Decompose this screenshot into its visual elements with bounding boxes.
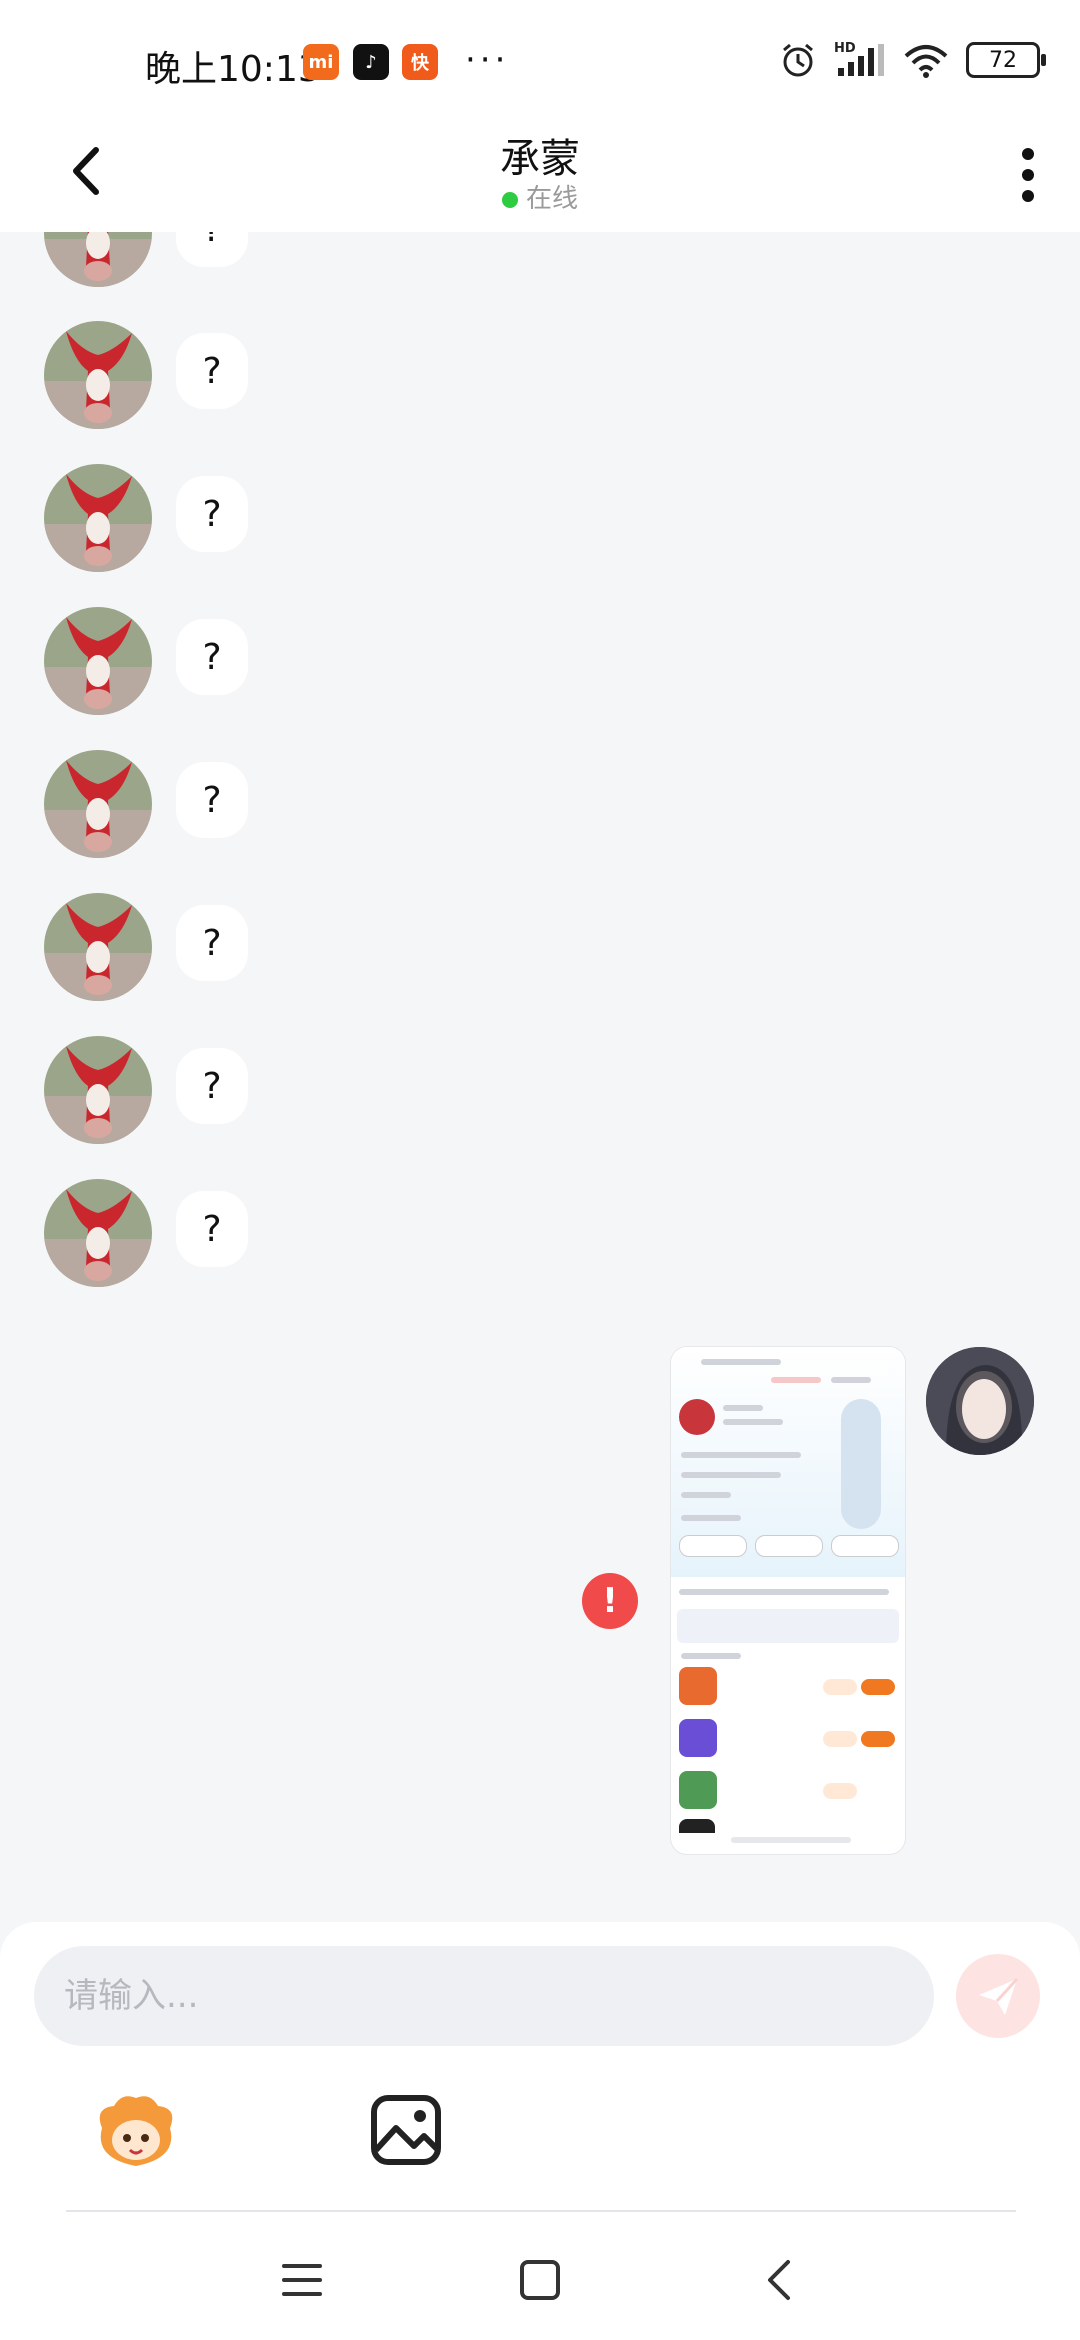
sent-screenshot-image[interactable]	[671, 1347, 905, 1854]
incoming-message-row: ?	[44, 464, 644, 574]
home-icon[interactable]	[514, 2254, 566, 2306]
hd-label: HD	[834, 41, 856, 56]
input-panel	[0, 1922, 1080, 2222]
incoming-message-row: ?	[44, 1036, 644, 1146]
contact-avatar[interactable]	[44, 893, 152, 1001]
incoming-message-row: ?	[44, 1179, 644, 1289]
incoming-message-row: ?	[44, 750, 644, 860]
message-input[interactable]	[34, 1946, 934, 2046]
signal-icon: HD	[834, 41, 884, 76]
battery-level: 72	[989, 47, 1017, 73]
incoming-message-row: ?	[44, 607, 644, 717]
online-dot-icon	[501, 191, 518, 208]
contact-avatar[interactable]	[44, 321, 152, 429]
contact-avatar[interactable]	[44, 1179, 152, 1287]
alarm-icon	[783, 43, 813, 77]
send-failed-icon[interactable]: !	[582, 1573, 638, 1629]
online-status-label: 在线	[525, 184, 578, 214]
emoji-mascot-icon[interactable]	[92, 2088, 180, 2176]
message-bubble[interactable]: ?	[176, 476, 248, 552]
my-avatar[interactable]	[926, 1347, 1034, 1455]
message-bubble[interactable]: ?	[176, 762, 248, 838]
contact-avatar[interactable]	[44, 607, 152, 715]
nav-back-icon[interactable]	[754, 2254, 806, 2306]
chat-header: 承蒙 在线	[0, 120, 1080, 232]
image-picker-icon[interactable]	[368, 2092, 444, 2168]
status-time: 晚上10:13	[145, 49, 321, 90]
more-options-icon[interactable]	[1016, 140, 1040, 210]
message-bubble[interactable]: ?	[176, 1048, 248, 1124]
status-bar: 晚上10:13 mi ♪ 快 ··· HD 72	[0, 0, 1080, 120]
incoming-message-row: ?	[44, 893, 644, 1003]
user-portrait-icon	[926, 1347, 1034, 1455]
paper-plane-icon	[979, 1977, 1019, 2015]
tiktok-app-icon: ♪	[353, 44, 389, 80]
message-bubble[interactable]: ?	[176, 619, 248, 695]
wifi-icon	[904, 45, 948, 78]
thumb-profile-area	[671, 1347, 905, 1577]
incoming-message-row: ?	[44, 321, 644, 431]
send-button[interactable]	[956, 1954, 1040, 2038]
kuaishou-app-icon: 快	[402, 44, 438, 80]
more-notifications-icon: ···	[465, 40, 510, 80]
contact-avatar[interactable]	[44, 464, 152, 572]
chat-title: 承蒙	[500, 136, 580, 182]
status-indicators: HD 72	[778, 40, 1046, 80]
message-input-container[interactable]	[34, 1946, 934, 2046]
system-nav-bar	[0, 2212, 1080, 2340]
message-bubble[interactable]: ?	[176, 1191, 248, 1267]
contact-avatar[interactable]	[44, 1036, 152, 1144]
contact-avatar[interactable]	[44, 750, 152, 858]
online-status: 在线	[0, 178, 1080, 215]
message-bubble[interactable]: ?	[176, 905, 248, 981]
mi-app-icon: mi	[303, 44, 339, 80]
message-bubble[interactable]: ?	[176, 333, 248, 409]
battery-icon: 72	[966, 42, 1046, 78]
recent-apps-icon[interactable]	[276, 2254, 328, 2306]
